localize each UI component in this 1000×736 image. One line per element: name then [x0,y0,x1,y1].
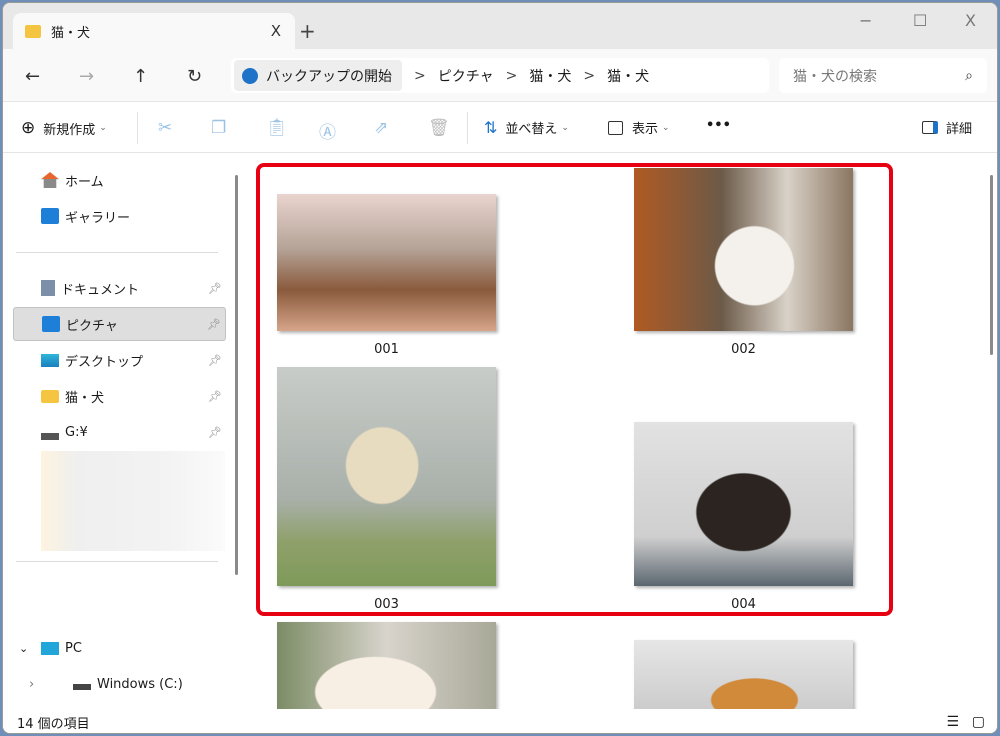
details-pane-button[interactable]: 詳細 [922,118,972,137]
desktop-icon [41,354,59,367]
sidebar-item-gallery[interactable]: ギャラリー [13,199,226,233]
back-button[interactable]: ← [25,66,40,87]
tab-cats-dogs[interactable]: 猫・犬 X [13,13,295,49]
sidebar-item-home[interactable]: ホーム [13,163,226,197]
network-drive-icon [41,424,59,440]
tab-close-button[interactable]: X [271,22,281,40]
chevron-right-icon: > [583,68,595,84]
label: ピクチャ [66,315,118,334]
up-button[interactable]: ↑ [133,66,148,87]
maximize-button[interactable]: ☐ [913,11,927,30]
label: G:¥ [65,425,88,440]
chevron-right-icon: > [414,68,426,84]
sidebar-item-desktop[interactable]: デスクトップ 📌︎ [13,343,226,377]
share-icon[interactable]: ⇗ [374,118,388,138]
refresh-button[interactable]: ↻ [187,66,202,87]
forward-button[interactable]: → [79,66,94,87]
folder-icon [25,25,41,38]
close-window-button[interactable]: X [965,11,976,30]
breadcrumb-item[interactable]: ピクチャ [438,66,494,86]
navigation-pane: ホーム ギャラリー ドキュメント 📌︎ ピクチャ 📌︎ デスクトップ 📌︎ 猫・犬 📌︎… [3,153,243,709]
sort-icon: ⇅ [484,118,497,137]
highlight-box [256,163,893,616]
file-grid: 001 002 003 004 [245,153,998,709]
new-tab-button[interactable]: + [299,19,316,43]
new-label: 新規作成 [43,119,95,138]
large-icons-view-icon[interactable]: ▢ [972,714,985,730]
pc-icon [41,642,59,655]
cut-icon[interactable]: ✂ [158,118,172,138]
view-label: 表示 [632,118,658,137]
search-placeholder: 猫・犬の検索 [793,66,877,86]
drive-icon [73,678,91,690]
status-bar: 14 個の項目 ☰ ▢ [3,709,997,734]
command-bar: ⊕ 新規作成⌄ ✂ ❐ 📋︎ Ⓐ ⇗ 🗑︎ ⇅ 並べ替え⌄ 表示⌄ ••• 詳細 [3,101,997,153]
sidebar-item-documents[interactable]: ドキュメント 📌︎ [13,271,226,305]
details-pane-icon [922,121,938,134]
content-scrollbar[interactable] [990,175,993,355]
address-bar-row: ← → ↑ ↻ バックアップの開始 > ピクチャ > 猫・犬 > 猫・犬 猫・犬… [3,49,997,101]
chevron-down-icon[interactable]: ⌄ [19,642,28,655]
more-options-button[interactable]: ••• [706,118,731,133]
label: ドキュメント [61,279,139,298]
breadcrumb-item[interactable]: 猫・犬 [607,66,649,86]
search-icon: ⌕ [965,68,973,84]
breadcrumb[interactable]: バックアップの開始 > ピクチャ > 猫・犬 > 猫・犬 [231,58,769,93]
chevron-right-icon[interactable]: › [29,677,34,692]
sidebar-item-windows-c[interactable]: › Windows (C:) [13,667,226,701]
pictures-icon [42,316,60,332]
label: PC [65,641,82,656]
file-explorer-window: 猫・犬 X + − ☐ X ← → ↑ ↻ バックアップの開始 > ピクチャ >… [2,2,998,734]
label: 猫・犬 [65,387,104,406]
breadcrumb-item[interactable]: 猫・犬 [529,66,571,86]
sidebar-item-pictures[interactable]: ピクチャ 📌︎ [13,307,226,341]
file-thumbnail-006[interactable] [634,640,853,709]
label: Windows (C:) [97,677,183,692]
file-thumbnail-005[interactable] [277,622,496,709]
sidebar-scrollbar[interactable] [235,175,238,575]
backup-button[interactable]: バックアップの開始 [234,60,402,91]
label: ホーム [65,171,104,190]
tab-title: 猫・犬 [51,22,90,41]
pin-icon[interactable]: 📌︎ [208,354,222,367]
blurred-items [41,451,225,551]
search-input[interactable]: 猫・犬の検索 ⌕ [779,58,987,93]
backup-label: バックアップの開始 [266,66,392,86]
sort-button[interactable]: ⇅ 並べ替え⌄ [484,118,569,137]
folder-icon [41,390,59,403]
gallery-icon [41,208,59,224]
delete-icon[interactable]: 🗑︎ [428,118,450,138]
document-icon [41,280,55,296]
home-icon [41,172,59,188]
sidebar-item-pc[interactable]: ⌄ PC [13,631,226,665]
label: ギャラリー [65,207,130,226]
item-count: 14 個の項目 [17,713,90,732]
copy-icon[interactable]: ❐ [211,118,226,138]
pin-icon[interactable]: 📌︎ [208,282,222,295]
pin-icon[interactable]: 📌︎ [208,426,222,439]
sidebar-item-cats-dogs[interactable]: 猫・犬 📌︎ [13,379,226,413]
pin-icon[interactable]: 📌︎ [208,390,222,403]
rename-icon[interactable]: Ⓐ [319,118,336,143]
paste-icon[interactable]: 📋︎ [266,118,288,138]
view-button[interactable]: 表示⌄ [608,118,670,137]
plus-circle-icon: ⊕ [21,118,35,138]
tab-bar: 猫・犬 X + − ☐ X [3,3,997,49]
minimize-button[interactable]: − [859,11,872,30]
details-label: 詳細 [946,118,972,137]
sort-label: 並べ替え [505,118,557,137]
new-button[interactable]: ⊕ 新規作成⌄ [21,118,107,138]
pin-icon[interactable]: 📌︎ [207,318,221,331]
sidebar-item-g-drive[interactable]: G:¥ 📌︎ [13,415,226,449]
details-view-icon[interactable]: ☰ [946,714,959,730]
cloud-backup-icon [242,68,258,84]
view-icon [608,121,623,135]
label: デスクトップ [65,351,143,370]
chevron-right-icon: > [506,68,518,84]
